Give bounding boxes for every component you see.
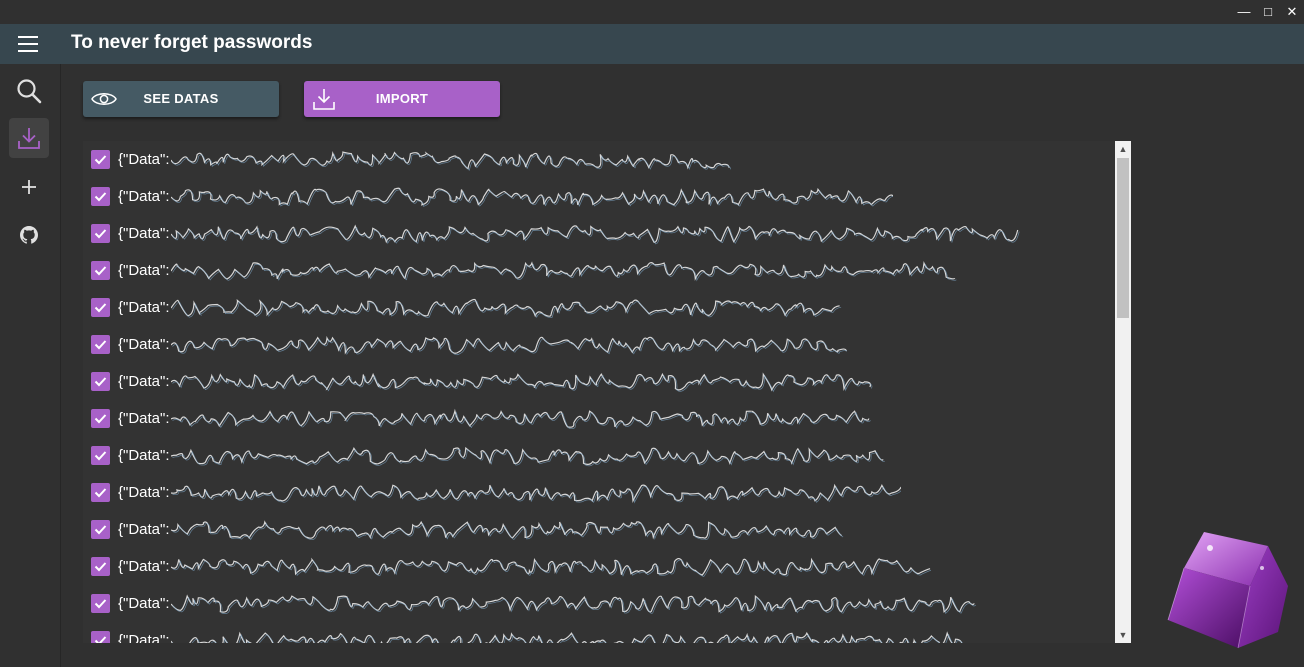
list-item[interactable]: {"Data":: [83, 252, 1113, 289]
obscured-data-text: [171, 483, 901, 504]
list-item[interactable]: {"Data":: [83, 622, 1113, 643]
obscured-data-text: [171, 150, 731, 171]
item-text: {"Data":: [118, 373, 170, 390]
obscured-data-text: [171, 261, 957, 282]
obscured-data-text: [171, 224, 1020, 245]
item-checkbox[interactable]: [91, 594, 110, 613]
item-text: {"Data":: [118, 484, 170, 501]
item-checkbox[interactable]: [91, 187, 110, 206]
scribble-stroke: [171, 150, 730, 170]
obscured-data-text: [171, 446, 885, 467]
list-item[interactable]: {"Data":: [83, 511, 1113, 548]
scribble-stroke: [171, 298, 840, 318]
list-item[interactable]: {"Data":: [83, 585, 1113, 622]
obscured-data-text: [171, 631, 963, 643]
item-checkbox[interactable]: [91, 224, 110, 243]
item-text: {"Data":: [118, 521, 170, 538]
list-scrollbar[interactable]: ▲ ▼: [1115, 141, 1131, 643]
item-checkbox[interactable]: [91, 446, 110, 465]
menu-icon[interactable]: [18, 36, 38, 52]
list-item[interactable]: {"Data":: [83, 215, 1113, 252]
obscured-data-text: [171, 594, 977, 614]
item-text: {"Data":: [118, 410, 170, 427]
scribble-shadow: [172, 522, 844, 541]
obscured-data-text: [171, 335, 847, 356]
obscured-data-text: [171, 372, 873, 393]
app-title: To never forget passwords: [71, 32, 313, 53]
list-item[interactable]: {"Data":: [83, 178, 1113, 215]
window-titlebar: — □ ✕: [0, 0, 1304, 24]
scribble-stroke: [171, 594, 975, 613]
scribble-shadow: [172, 374, 873, 393]
item-checkbox[interactable]: [91, 631, 110, 643]
item-checkbox[interactable]: [91, 520, 110, 539]
item-checkbox[interactable]: [91, 557, 110, 576]
scroll-down-arrow[interactable]: ▼: [1115, 627, 1131, 643]
item-checkbox[interactable]: [91, 150, 110, 169]
list-item[interactable]: {"Data":: [83, 437, 1113, 474]
nav-rail: [0, 64, 61, 667]
list-item[interactable]: {"Data":: [83, 474, 1113, 511]
obscured-data-text: [171, 187, 893, 208]
item-checkbox[interactable]: [91, 483, 110, 502]
list-item[interactable]: {"Data":: [83, 141, 1113, 178]
maximize-icon[interactable]: □: [1258, 3, 1278, 21]
app-logo-cube: [1160, 528, 1292, 659]
scroll-thumb[interactable]: [1117, 158, 1129, 318]
item-checkbox[interactable]: [91, 409, 110, 428]
import-label: IMPORT: [375, 91, 429, 106]
item-checkbox[interactable]: [91, 372, 110, 391]
search-icon[interactable]: [9, 71, 49, 111]
list-item[interactable]: {"Data":: [83, 363, 1113, 400]
obscured-data-text: [171, 298, 842, 319]
item-text: {"Data":: [118, 262, 170, 279]
minimize-icon[interactable]: —: [1234, 3, 1254, 21]
scroll-up-arrow[interactable]: ▲: [1115, 141, 1131, 157]
obscured-data-text: [171, 408, 871, 430]
item-text: {"Data":: [118, 151, 170, 168]
item-text: {"Data":: [118, 632, 170, 643]
obscured-data-text: [171, 520, 844, 541]
list-item[interactable]: {"Data":: [83, 326, 1113, 363]
scribble-shadow: [172, 596, 977, 614]
item-checkbox[interactable]: [91, 298, 110, 317]
item-text: {"Data":: [118, 188, 170, 205]
scribble-shadow: [172, 559, 931, 577]
list-item[interactable]: {"Data":: [83, 289, 1113, 326]
close-icon[interactable]: ✕: [1282, 3, 1302, 21]
see-datas-button[interactable]: SEE DATAS: [83, 81, 279, 117]
see-datas-label: SEE DATAS: [143, 91, 219, 106]
item-text: {"Data":: [118, 595, 170, 612]
scribble-shadow: [172, 338, 847, 356]
github-icon[interactable]: [9, 215, 49, 255]
list-item[interactable]: {"Data":: [83, 400, 1113, 437]
import-button[interactable]: IMPORT: [304, 81, 500, 117]
item-text: {"Data":: [118, 447, 170, 464]
plus-icon[interactable]: [9, 167, 49, 207]
item-checkbox[interactable]: [91, 335, 110, 354]
item-text: {"Data":: [118, 299, 170, 316]
data-list: {"Data": {"Data": {"Data": {"Data": {"Data":…: [83, 141, 1131, 643]
app-bar: To never forget passwords: [0, 24, 1304, 64]
download-icon[interactable]: [9, 118, 49, 158]
item-checkbox[interactable]: [91, 261, 110, 280]
item-text: {"Data":: [118, 225, 170, 242]
item-text: {"Data":: [118, 336, 170, 353]
obscured-data-text: [171, 557, 931, 577]
list-item[interactable]: {"Data":: [83, 548, 1113, 585]
item-text: {"Data":: [118, 558, 170, 575]
